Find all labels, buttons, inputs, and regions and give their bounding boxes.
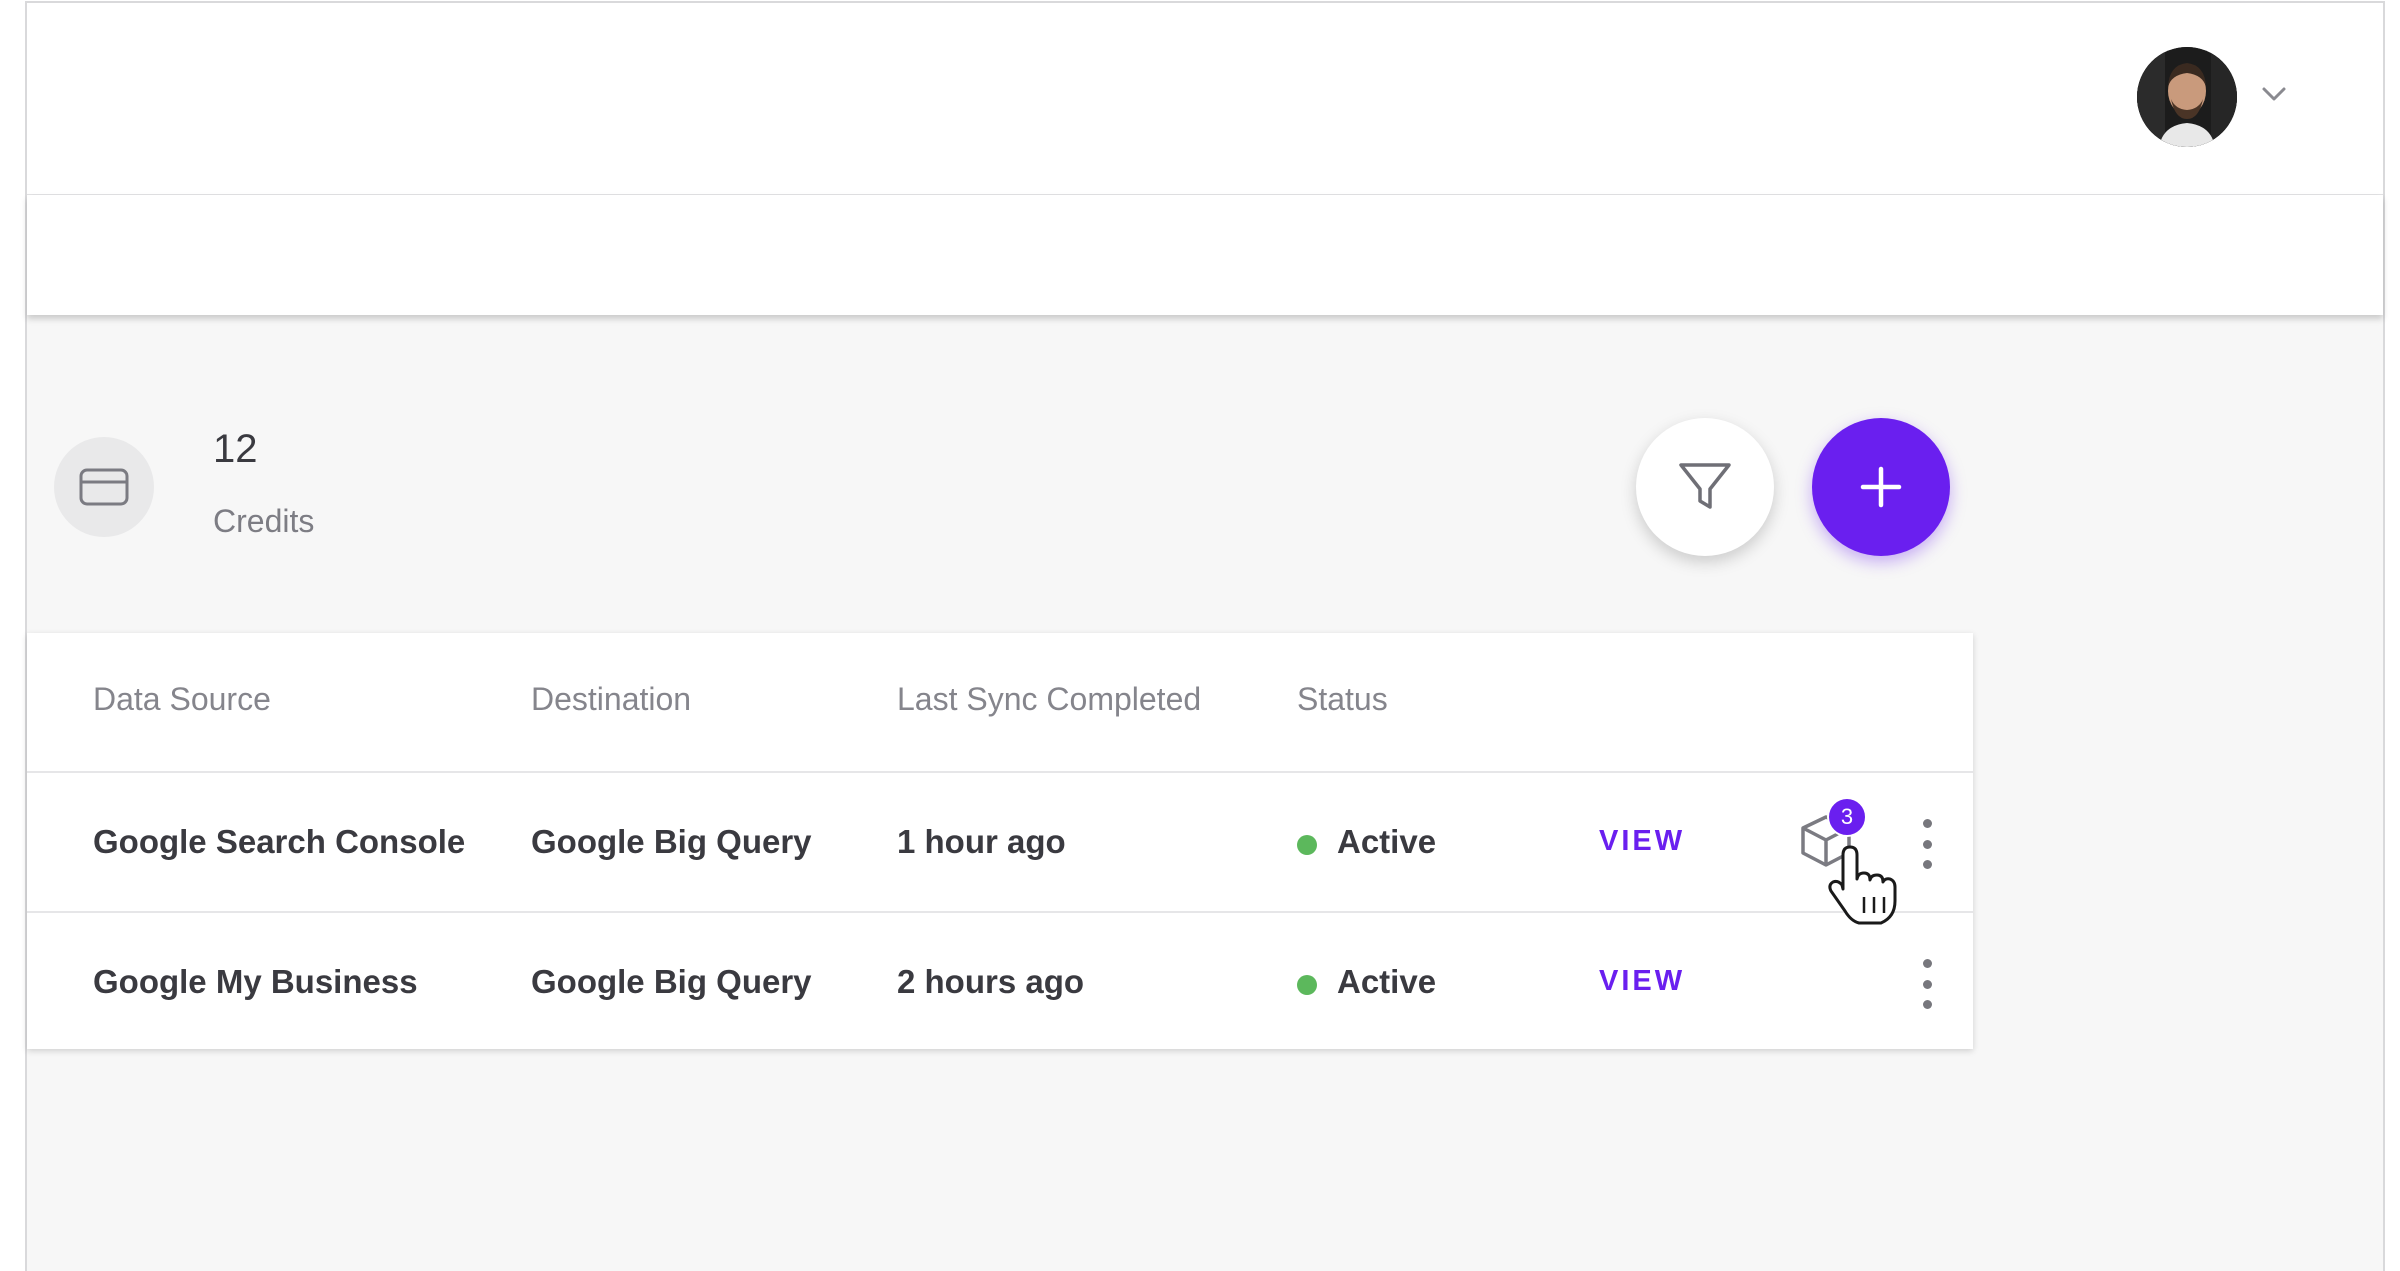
row-menu-button[interactable] (1919, 959, 1935, 1009)
view-link[interactable]: VIEW (1599, 825, 1685, 858)
dot-icon (1922, 839, 1932, 849)
credits-badge (54, 437, 154, 537)
filter-button[interactable] (1636, 418, 1774, 556)
filter-icon (1679, 463, 1731, 509)
notification-badge: 3 (1827, 797, 1867, 837)
dot-icon (1922, 959, 1932, 968)
user-avatar[interactable] (2137, 47, 2237, 147)
dot-icon (1922, 819, 1932, 828)
column-header-data-source: Data Source (93, 681, 271, 717)
top-header (27, 3, 2383, 196)
sub-header (27, 195, 2383, 315)
dot-icon (1922, 1000, 1932, 1009)
status-dot (1297, 975, 1317, 995)
chevron-down-icon[interactable] (2260, 83, 2288, 105)
status-cell: Active (1337, 823, 1437, 860)
syncs-table: Data Source Destination Last Sync Comple… (27, 633, 1973, 1049)
credits-count: 12 (213, 427, 258, 471)
status-cell: Active (1337, 963, 1437, 1000)
status-dot (1297, 835, 1317, 855)
last-sync-cell: 1 hour ago (897, 823, 1066, 860)
column-header-destination: Destination (531, 681, 692, 717)
dot-icon (1922, 860, 1932, 869)
destination-cell: Google Big Query (531, 823, 812, 860)
dot-icon (1922, 979, 1932, 989)
last-sync-cell: 2 hours ago (897, 963, 1085, 1000)
table-row: Google My Business Google Big Query 2 ho… (27, 913, 1973, 1051)
view-link[interactable]: VIEW (1599, 965, 1685, 998)
plus-icon (1860, 466, 1902, 508)
table-header: Data Source Destination Last Sync Comple… (27, 633, 1973, 773)
column-header-status: Status (1297, 681, 1388, 717)
add-button[interactable] (1812, 418, 1950, 556)
data-source-cell: Google My Business (93, 963, 418, 1000)
column-header-last-sync: Last Sync Completed (897, 681, 1202, 717)
credits-label: Credits (213, 503, 315, 539)
data-source-cell: Google Search Console (93, 823, 466, 860)
credit-card-icon (79, 468, 129, 506)
app-window: 12 Credits Data Source Destination Last … (25, 1, 2385, 1271)
destination-cell: Google Big Query (531, 963, 812, 1000)
table-row: Google Search Console Google Big Query 1… (27, 773, 1973, 925)
row-menu-button[interactable] (1919, 819, 1935, 869)
